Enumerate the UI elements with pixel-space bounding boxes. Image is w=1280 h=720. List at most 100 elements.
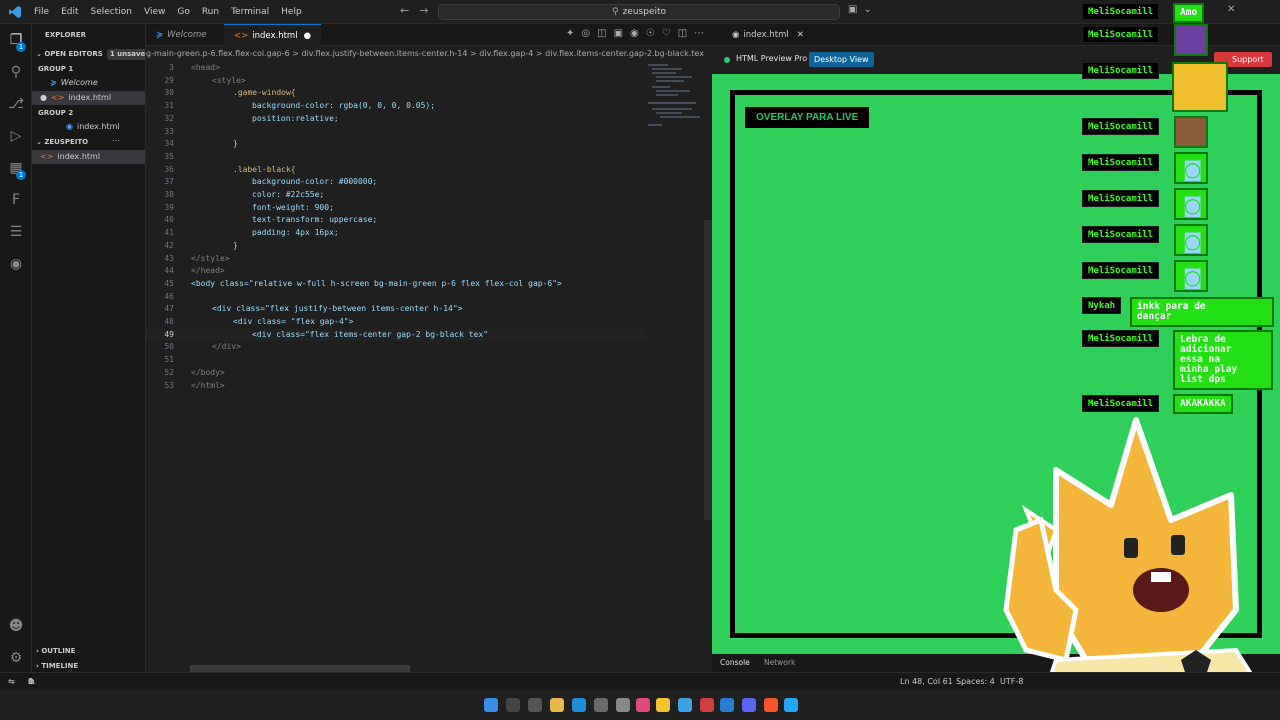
line-number: 30 bbox=[164, 88, 174, 98]
index-label: index.html bbox=[57, 152, 101, 161]
chrome-icon[interactable] bbox=[656, 698, 670, 712]
run-debug-icon[interactable]: ▷ bbox=[8, 128, 24, 144]
indentation[interactable]: Spaces: 4 bbox=[956, 673, 995, 690]
emote-image bbox=[1174, 24, 1208, 56]
globe-icon[interactable]: ◉ bbox=[630, 28, 639, 39]
group2-label: GROUP 2 bbox=[38, 109, 74, 117]
tab-welcome[interactable]: ≽ Welcome bbox=[146, 24, 217, 46]
menu-bar: File Edit Selection View Go Run Terminal… bbox=[28, 0, 308, 24]
menu-selection[interactable]: Selection bbox=[85, 7, 138, 17]
app-icon[interactable] bbox=[636, 698, 650, 712]
copilot-icon[interactable]: ▣ bbox=[848, 4, 857, 15]
search-icon[interactable] bbox=[506, 698, 520, 712]
task-view-icon[interactable] bbox=[528, 698, 542, 712]
vscode-icon: ≽ bbox=[156, 30, 164, 40]
settings-gear-icon[interactable]: ⚙ bbox=[8, 650, 24, 666]
outline-header[interactable]: › OUTLINE bbox=[32, 644, 145, 658]
menu-view[interactable]: View bbox=[138, 7, 171, 17]
command-center-search[interactable]: ⚲ zeuspeito bbox=[438, 4, 840, 20]
code-line: 52 </body> bbox=[146, 367, 646, 380]
more-icon[interactable]: ⋯ bbox=[694, 28, 704, 39]
timeline-header[interactable]: › TIMELINE bbox=[32, 659, 145, 672]
group1-label: GROUP 1 bbox=[38, 65, 74, 73]
edge-icon[interactable] bbox=[572, 698, 586, 712]
network-tab[interactable]: Network bbox=[764, 654, 795, 672]
open-editor-welcome[interactable]: ≽ Welcome bbox=[32, 76, 145, 90]
minimap[interactable] bbox=[646, 62, 702, 132]
code-text: font-weight: 900; bbox=[252, 202, 334, 212]
cursor-position[interactable]: Ln 48, Col 61 bbox=[900, 673, 953, 690]
font-icon[interactable]: F bbox=[8, 192, 24, 208]
welcome-label: Welcome bbox=[60, 78, 98, 87]
code-text: .label-black{ bbox=[233, 164, 296, 174]
code-line-current: 49 <div class="flex items-center gap-2 bg… bbox=[146, 328, 646, 342]
code-line: 37 background-color: #000000; bbox=[146, 176, 646, 189]
app-icon[interactable] bbox=[616, 698, 630, 712]
line-number: 36 bbox=[164, 164, 174, 174]
console-tab[interactable]: Console bbox=[720, 654, 750, 672]
app-icon[interactable] bbox=[594, 698, 608, 712]
line-number: 47 bbox=[164, 304, 174, 314]
forward-arrow-icon[interactable]: → bbox=[419, 4, 428, 17]
split-editor-icon[interactable]: ◫ bbox=[678, 28, 687, 39]
line-number: 51 bbox=[164, 355, 174, 365]
line-number: 35 bbox=[164, 151, 174, 161]
open-editor-index-g2[interactable]: ◉ index.html bbox=[32, 120, 145, 134]
menu-help[interactable]: Help bbox=[275, 7, 308, 17]
account-icon[interactable]: ☻ bbox=[8, 618, 24, 634]
start-icon[interactable] bbox=[484, 698, 498, 712]
status-dot-icon bbox=[724, 57, 730, 63]
close-icon[interactable]: ✕ bbox=[797, 30, 804, 40]
menu-run[interactable]: Run bbox=[196, 7, 225, 17]
git-icon[interactable]: ☉ bbox=[646, 28, 655, 39]
app-icon[interactable] bbox=[678, 698, 692, 712]
file-index-html[interactable]: <> index.html bbox=[32, 150, 145, 164]
file-explorer-icon[interactable] bbox=[550, 698, 564, 712]
open-editor-index-g1[interactable]: ● <> index.html bbox=[32, 91, 145, 105]
close-window-icon[interactable]: ✕ bbox=[1227, 4, 1235, 15]
code-line: 41 padding: 4px 16px; bbox=[146, 227, 646, 240]
source-control-icon[interactable]: ⎇ bbox=[8, 96, 24, 112]
tab-preview-index[interactable]: ◉ index.html ✕ bbox=[722, 24, 814, 46]
vscode-taskbar-icon[interactable] bbox=[784, 698, 798, 712]
heart-icon[interactable]: ♡ bbox=[662, 28, 671, 39]
overlay-label: OVERLAY PARA LIVE bbox=[745, 107, 870, 128]
back-arrow-icon[interactable]: ← bbox=[400, 4, 409, 17]
breadcrumb[interactable]: g-main-green.p-6.flex.flex-col.gap-6 > d… bbox=[146, 46, 712, 62]
preview-icon[interactable]: ◎ bbox=[581, 28, 590, 39]
split-icon[interactable]: ◫ bbox=[597, 28, 606, 39]
menu-go[interactable]: Go bbox=[171, 7, 195, 17]
support-label: Support bbox=[1232, 55, 1264, 64]
list-icon[interactable]: ☰ bbox=[8, 224, 24, 240]
code-line: 42} bbox=[146, 240, 646, 253]
fish-icon: ◙ bbox=[1183, 229, 1203, 253]
discord-icon[interactable] bbox=[742, 698, 756, 712]
menu-edit[interactable]: Edit bbox=[55, 7, 84, 17]
emote-fish-image: ◙ bbox=[1174, 152, 1208, 184]
code-text: </body> bbox=[191, 367, 225, 377]
chevron-down-icon[interactable]: ⌄ bbox=[863, 4, 871, 15]
encoding[interactable]: UTF-8 bbox=[1000, 673, 1023, 690]
app-icon[interactable] bbox=[720, 698, 734, 712]
explorer-title: EXPLORER bbox=[45, 31, 87, 39]
edge-icon[interactable]: ◉ bbox=[8, 256, 24, 272]
unsaved-badge: 1 unsaved bbox=[106, 49, 145, 60]
chat-username: MeliSocamill bbox=[1082, 226, 1160, 243]
sparkle-icon[interactable]: ✦ bbox=[566, 28, 574, 39]
layout-icon[interactable]: ▣ bbox=[614, 28, 623, 39]
unsaved-dot-icon[interactable]: ● bbox=[304, 31, 311, 41]
tab-index-html[interactable]: <> index.html ● bbox=[224, 24, 321, 46]
code-text: text-transform: uppercase; bbox=[252, 215, 378, 225]
remote-icon[interactable]: ⇋ bbox=[8, 673, 15, 690]
desktop-view-button[interactable]: Desktop View bbox=[809, 52, 874, 67]
menu-file[interactable]: File bbox=[28, 7, 55, 17]
search-icon[interactable]: ⚲ bbox=[8, 64, 24, 80]
brave-icon[interactable] bbox=[764, 698, 778, 712]
emote-fish-image: ◙ bbox=[1174, 260, 1208, 292]
app-icon[interactable] bbox=[700, 698, 714, 712]
vertical-scrollbar[interactable] bbox=[704, 220, 712, 520]
open-editors-header[interactable]: ⌄ OPEN EDITORS1 unsaved bbox=[32, 47, 145, 61]
menu-terminal[interactable]: Terminal bbox=[225, 7, 275, 17]
folder-header[interactable]: ⌄ ZEUSPEITO bbox=[32, 135, 145, 149]
code-editor[interactable]: 3 <head> 29 <style> 30 .game-window{ 31 back… bbox=[146, 62, 712, 672]
